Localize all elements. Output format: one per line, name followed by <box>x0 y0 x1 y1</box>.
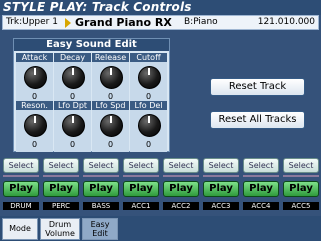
select-button[interactable]: Select <box>163 158 199 173</box>
program-number: 121.010.000 <box>257 17 315 27</box>
knob-resonance[interactable]: Reson. 0 <box>16 101 53 152</box>
knob-label: Lfo Del <box>130 101 167 110</box>
track-name: DRUM <box>3 202 39 210</box>
track-label: Trk:Upper 1 <box>6 17 58 27</box>
knob-dial-icon[interactable] <box>62 66 85 89</box>
play-button[interactable]: Play <box>163 181 199 197</box>
knob-value: 0 <box>69 140 76 149</box>
track-name: BASS <box>83 202 119 210</box>
knob-label: Release <box>92 53 129 62</box>
select-button[interactable]: Select <box>283 158 319 173</box>
select-button[interactable]: Select <box>243 158 279 173</box>
knob-attack[interactable]: Attack 0 <box>16 53 53 104</box>
knob-dial-icon[interactable] <box>100 114 123 137</box>
divider <box>83 175 119 177</box>
knob-label: Lfo Dpt <box>54 101 91 110</box>
knob-label: Decay <box>54 53 91 62</box>
knob-dial-icon[interactable] <box>138 114 161 137</box>
knob-decay[interactable]: Decay 0 <box>54 53 91 104</box>
play-button[interactable]: Play <box>83 181 119 197</box>
divider <box>283 175 319 177</box>
knob-dial-icon[interactable] <box>62 114 85 137</box>
track-info-bar[interactable]: Trk:Upper 1 Grand Piano RX B:Piano 121.0… <box>2 15 319 30</box>
knob-label: Attack <box>16 53 53 62</box>
divider <box>123 175 159 177</box>
play-button[interactable]: Play <box>123 181 159 197</box>
divider <box>43 175 79 177</box>
play-button[interactable]: Play <box>243 181 279 197</box>
knob-label: Lfo Spd <box>92 101 129 110</box>
track-name: ACC4 <box>243 202 279 210</box>
track-name: PERC <box>43 202 79 210</box>
panel-title: Easy Sound Edit <box>14 39 169 51</box>
knob-dial-icon[interactable] <box>100 66 123 89</box>
knob-dial-icon[interactable] <box>138 66 161 89</box>
divider <box>243 175 279 177</box>
knob-label: Reson. <box>16 101 53 110</box>
knob-lfo-depth[interactable]: Lfo Dpt 0 <box>54 101 91 152</box>
knob-dial-icon[interactable] <box>24 66 47 89</box>
page-title: STYLE PLAY: Track Controls <box>0 0 321 15</box>
track-name: ACC5 <box>283 202 319 210</box>
divider <box>203 175 239 177</box>
knob-dial-icon[interactable] <box>24 114 47 137</box>
select-button[interactable]: Select <box>3 158 39 173</box>
knob-value: 0 <box>145 140 152 149</box>
knob-lfo-delay[interactable]: Lfo Del 0 <box>130 101 167 152</box>
play-button[interactable]: Play <box>283 181 319 197</box>
knob-value: 0 <box>107 140 114 149</box>
knob-cutoff[interactable]: Cutoff 0 <box>130 53 167 104</box>
select-button[interactable]: Select <box>123 158 159 173</box>
knob-value: 0 <box>31 140 38 149</box>
play-button[interactable]: Play <box>3 181 39 197</box>
track-name: ACC1 <box>123 202 159 210</box>
tab-mode[interactable]: Mode <box>2 218 38 240</box>
divider <box>3 175 39 177</box>
knob-release[interactable]: Release 0 <box>92 53 129 104</box>
knob-lfo-speed[interactable]: Lfo Spd 0 <box>92 101 129 152</box>
tab-drum-volume[interactable]: Drum Volume <box>40 218 80 240</box>
track-name: ACC2 <box>163 202 199 210</box>
tab-easy-edit[interactable]: Easy Edit <box>82 218 118 240</box>
reset-track-button[interactable]: Reset Track <box>210 78 305 96</box>
select-button[interactable]: Select <box>43 158 79 173</box>
screen: STYLE PLAY: Track Controls Trk:Upper 1 G… <box>0 0 321 241</box>
play-arrow-icon <box>65 18 71 28</box>
reset-all-tracks-button[interactable]: Reset All Tracks <box>210 111 305 129</box>
divider <box>163 175 199 177</box>
knob-label: Cutoff <box>130 53 167 62</box>
play-button[interactable]: Play <box>43 181 79 197</box>
select-button[interactable]: Select <box>203 158 239 173</box>
track-name: ACC3 <box>203 202 239 210</box>
bank-label: B:Piano <box>184 17 218 27</box>
tab-bar: Mode Drum Volume Easy Edit <box>0 216 321 241</box>
play-button[interactable]: Play <box>203 181 239 197</box>
sound-name: Grand Piano RX <box>75 16 172 29</box>
easy-sound-edit-panel: Easy Sound Edit Attack 0 Decay 0 Release… <box>13 38 170 152</box>
select-button[interactable]: Select <box>83 158 119 173</box>
